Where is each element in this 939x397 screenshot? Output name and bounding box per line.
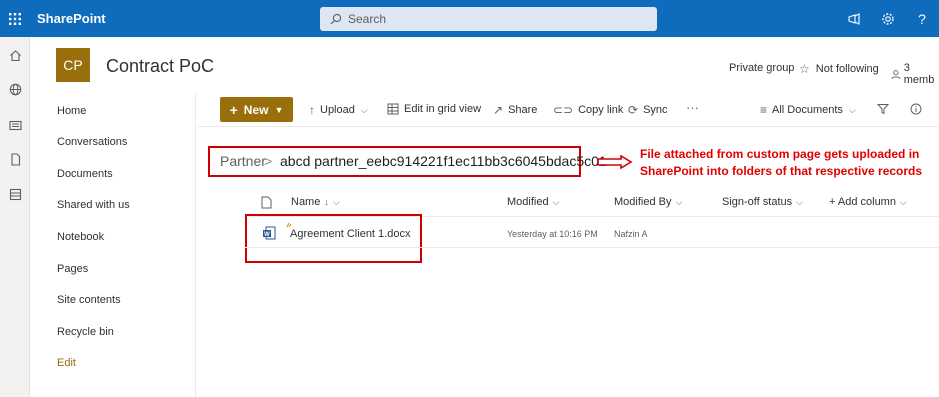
follow-button[interactable]: ☆ Not following <box>799 62 879 76</box>
column-header-modified[interactable]: Modified ⌵ <box>507 196 559 208</box>
nav-item-shared-with-us[interactable]: Shared with us <box>57 199 130 211</box>
list-icon[interactable] <box>8 187 22 201</box>
person-icon <box>891 69 901 79</box>
chevron-down-icon: ⌵ <box>332 196 340 207</box>
privacy-label: Private group <box>729 62 795 74</box>
new-button-label: New <box>243 102 269 117</box>
app-rail <box>0 37 30 397</box>
follow-label: Not following <box>815 63 879 75</box>
column-header-modified-by[interactable]: Modified By ⌵ <box>614 196 682 208</box>
edit-grid-button[interactable]: Edit in grid view <box>387 103 481 115</box>
plus-icon: + <box>229 101 238 118</box>
breadcrumb-parent-link[interactable]: Partner <box>220 153 266 169</box>
svg-text:W: W <box>264 232 270 238</box>
star-icon: ☆ <box>799 62 810 76</box>
chevron-down-icon: ⌵ <box>796 196 803 207</box>
word-file-icon: W <box>263 226 276 240</box>
column-header-name[interactable]: Name ↓ ⌵ <box>291 196 340 208</box>
row-divider <box>245 247 939 248</box>
more-icon[interactable]: ··· <box>686 100 699 115</box>
left-navigation: Home Conversations Documents Shared with… <box>30 92 196 397</box>
nav-item-conversations[interactable]: Conversations <box>57 136 127 148</box>
breadcrumb-current-folder: abcd partner_eebc914221f1ec11bb3c6045bda… <box>280 153 607 169</box>
members-label: 3 memb <box>903 62 935 86</box>
share-icon: ↗ <box>493 103 504 117</box>
annotation-arrow-icon <box>597 155 633 169</box>
search-placeholder: Search <box>348 12 387 26</box>
nav-item-recycle-bin[interactable]: Recycle bin <box>57 326 114 338</box>
nav-item-notebook[interactable]: Notebook <box>57 231 104 243</box>
app-name[interactable]: SharePoint <box>37 11 106 26</box>
suite-bar: SharePoint Search ? <box>0 0 939 37</box>
news-icon[interactable] <box>8 118 22 132</box>
nav-item-pages[interactable]: Pages <box>57 263 88 275</box>
site-logo[interactable]: CP <box>56 48 90 82</box>
share-button[interactable]: ↗ Share <box>493 103 537 117</box>
nav-item-home[interactable]: Home <box>57 105 86 117</box>
search-input[interactable]: Search <box>320 7 657 31</box>
file-name-link[interactable]: Agreement Client 1.docx <box>290 228 410 240</box>
add-column-button[interactable]: + Add column ⌵ <box>829 196 907 208</box>
breadcrumb-separator-icon: > <box>264 153 273 169</box>
link-icon: ⊂⊃ <box>553 103 574 117</box>
file-modified-by[interactable]: Nafzin A <box>614 229 648 239</box>
upload-button[interactable]: ↑ Upload ⌵ <box>309 103 368 117</box>
chevron-down-icon: ⌵ <box>360 104 368 115</box>
globe-icon[interactable] <box>8 82 22 96</box>
new-button[interactable]: + New ▼ <box>220 97 293 122</box>
view-switcher[interactable]: ≡ All Documents ⌵ <box>760 103 856 117</box>
home-icon[interactable] <box>8 48 22 62</box>
copy-link-button[interactable]: ⊂⊃ Copy link <box>553 103 623 117</box>
filter-icon[interactable] <box>877 103 889 115</box>
waffle-icon[interactable] <box>0 0 30 37</box>
sync-button[interactable]: ⟳ Sync <box>628 103 668 117</box>
nav-edit-link[interactable]: Edit <box>57 357 76 369</box>
sync-icon: ⟳ <box>628 103 639 117</box>
nav-item-site-contents[interactable]: Site contents <box>57 294 121 306</box>
megaphone-icon[interactable] <box>837 12 871 26</box>
command-bar: + New ▼ ↑ Upload ⌵ Edit in grid view ↗ S… <box>197 94 939 126</box>
annotation-text: File attached from custom page gets uplo… <box>640 147 923 178</box>
command-bar-divider <box>197 126 939 127</box>
chevron-down-icon: ▼ <box>274 104 284 115</box>
site-title[interactable]: Contract PoC <box>106 56 214 77</box>
chevron-down-icon: ⌵ <box>552 196 560 207</box>
list-view-icon: ≡ <box>760 103 768 117</box>
chevron-down-icon: ⌵ <box>675 196 683 207</box>
file-modified: Yesterday at 10:16 PM <box>507 229 598 239</box>
sort-arrow-icon: ↓ <box>324 197 329 207</box>
search-icon <box>330 13 342 25</box>
gear-icon[interactable] <box>871 12 905 26</box>
chevron-down-icon: ⌵ <box>848 104 856 115</box>
members-button[interactable]: 3 memb <box>891 62 939 86</box>
help-icon[interactable]: ? <box>905 11 939 27</box>
info-icon[interactable] <box>910 103 922 115</box>
column-header-signoff[interactable]: Sign-off status ⌵ <box>722 196 803 208</box>
document-icon[interactable] <box>8 152 22 166</box>
nav-item-documents[interactable]: Documents <box>57 168 113 180</box>
chevron-down-icon: ⌵ <box>899 196 907 207</box>
grid-icon <box>387 103 399 115</box>
file-type-column-icon[interactable] <box>261 196 272 209</box>
upload-icon: ↑ <box>309 103 315 117</box>
